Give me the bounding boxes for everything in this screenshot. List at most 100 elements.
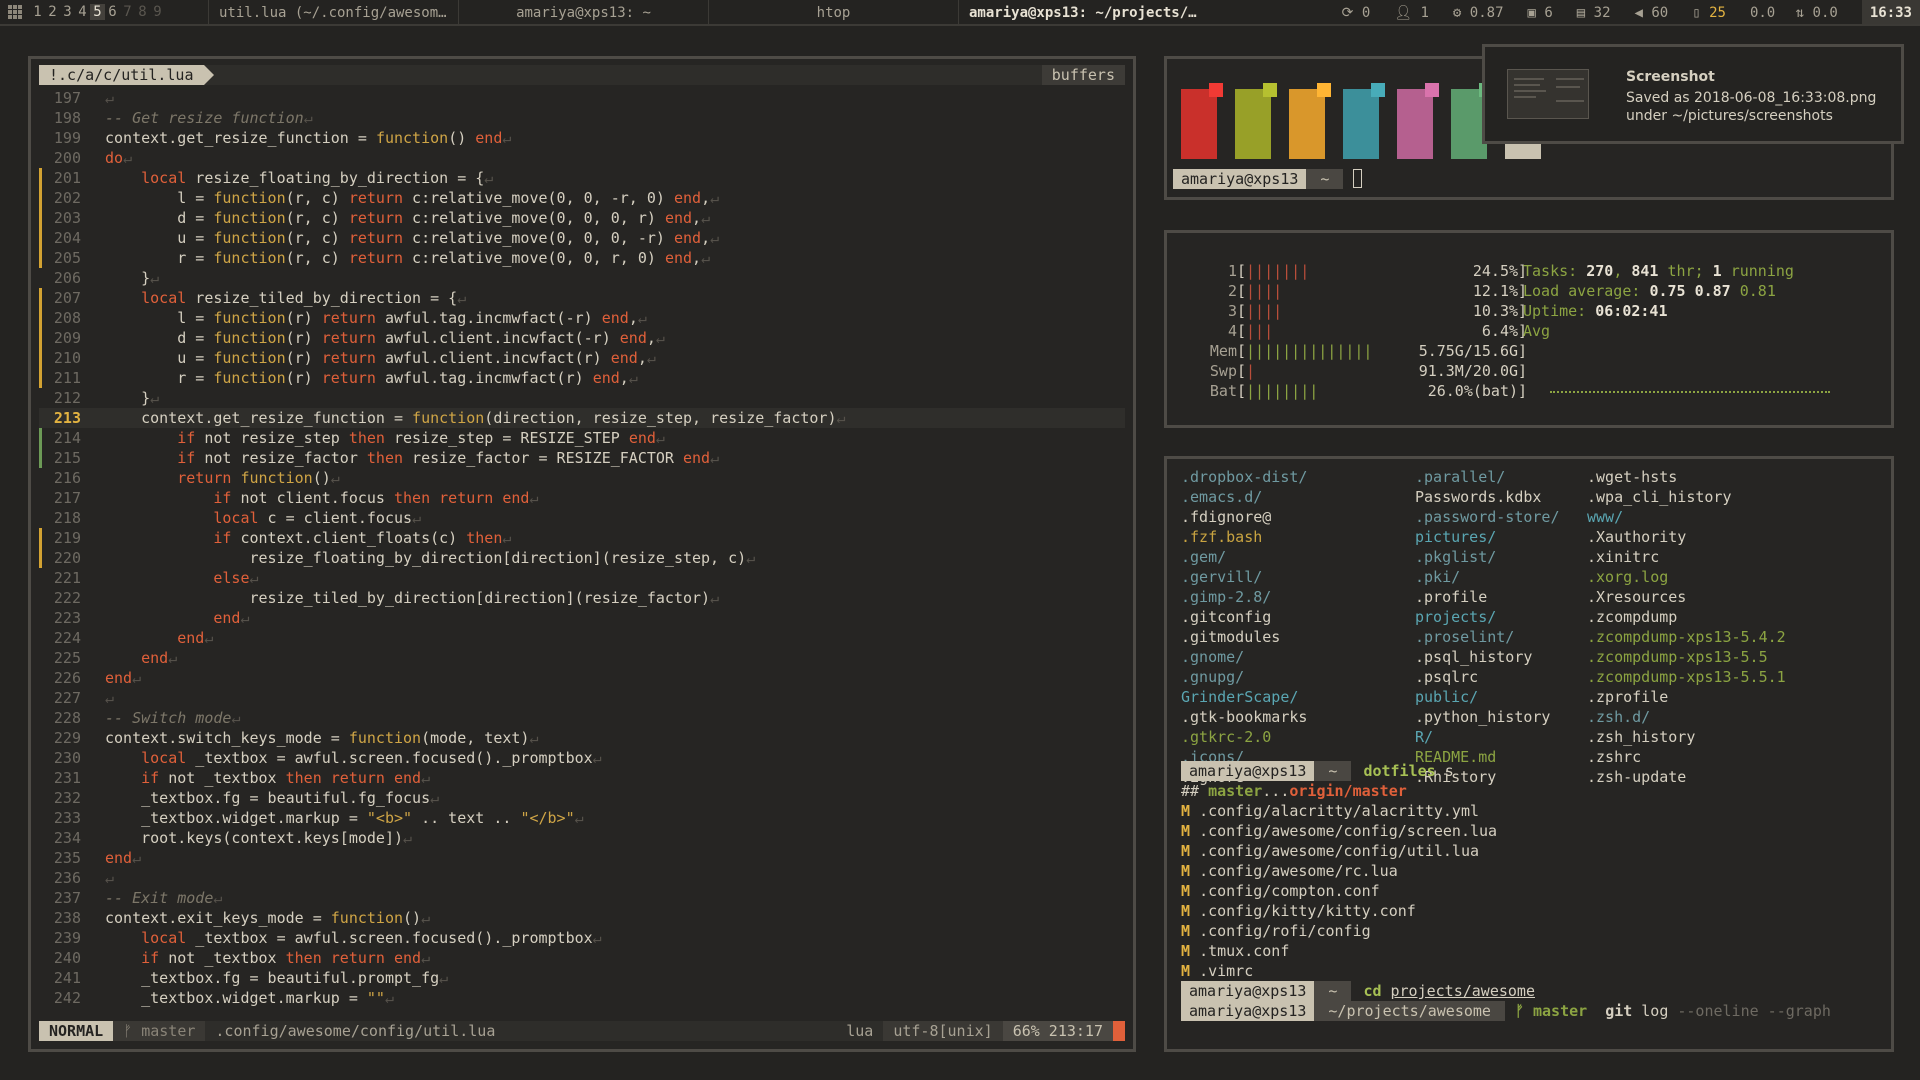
volume-widget[interactable]: ◀ 60 xyxy=(1635,5,1681,21)
line-number: 205 xyxy=(53,249,81,267)
shell-terminal[interactable]: .dropbox-dist/ .emacs.d/ .fdignore@ .fzf.ba… xyxy=(1164,456,1894,1052)
vim-editor-window[interactable]: !.c/a/c/util.lua buffers 197 ↵ 198 -- Get r… xyxy=(28,56,1136,1052)
line-text: return function()↵ xyxy=(177,469,340,487)
code-line: 235 end↵ xyxy=(39,848,1125,868)
command-arg: s xyxy=(1435,762,1454,780)
line-number: 215 xyxy=(53,449,81,467)
running-count: 1 xyxy=(1712,262,1722,280)
meter-label: 3 xyxy=(1227,302,1237,320)
meter-bars: | xyxy=(1246,362,1256,380)
line-text: local resize_tiled_by_direction = {↵ xyxy=(141,289,467,307)
line-text: local _textbox = awful.screen.focused().… xyxy=(141,929,602,947)
line-number: 209 xyxy=(53,329,81,347)
git-gutter-mark xyxy=(39,328,47,348)
line-number: 229 xyxy=(53,729,81,747)
line-text: l = function(r, c) return c:relative_mov… xyxy=(105,189,720,207)
tag-9[interactable]: 9 xyxy=(150,4,165,20)
line-text: }↵ xyxy=(105,269,160,287)
git-gutter-mark xyxy=(39,848,47,868)
meter-bars: |||| xyxy=(1246,302,1283,320)
meter-value: 12.1% xyxy=(1472,282,1519,300)
git-gutter-mark xyxy=(39,108,47,128)
line-number: 238 xyxy=(53,909,81,927)
tag-8[interactable]: 8 xyxy=(135,4,150,20)
layout-icon[interactable] xyxy=(8,5,22,19)
ls-entry: .parallel/ xyxy=(1415,468,1506,486)
command-arg: projects/awesome xyxy=(1390,982,1536,1000)
line-number: 199 xyxy=(53,129,81,147)
ls-column: .wget-hsts .wpa_cli_history www/ .Xauthorit… xyxy=(1587,467,1786,787)
task-item[interactable]: amariya@xps13: ~ xyxy=(458,0,708,24)
task-item[interactable]: util.lua (~/.config/awesome/co… xyxy=(208,0,458,24)
thread-label: thr; xyxy=(1667,262,1704,280)
branch-icon: ᚠ xyxy=(123,1022,142,1040)
line-number: 210 xyxy=(53,349,81,367)
line-number: 230 xyxy=(53,749,81,767)
clock[interactable]: 16:33 xyxy=(1861,0,1920,24)
tag-4[interactable]: 4 xyxy=(75,4,90,20)
tag-3[interactable]: 3 xyxy=(60,4,75,20)
tag-2[interactable]: 2 xyxy=(45,4,60,20)
status-area: ⟳ 0 👤︎ 1 ⚙ 0.87 ▣ 6 ▤ 32 ◀ 60 ▯ 25 0.0 ⇅… xyxy=(1342,0,1920,24)
ls-entry: .zsh.d/ xyxy=(1587,708,1651,726)
git-gutter-mark xyxy=(39,928,47,948)
screenshot-notification[interactable]: Screenshot Saved as 2018-06-08_16:33:08.… xyxy=(1482,44,1904,144)
updates-widget[interactable]: ⟳ 0 xyxy=(1342,5,1383,21)
code-line: 237 -- Exit mode↵ xyxy=(39,888,1125,908)
tab-filename[interactable]: !.c/a/c/util.lua xyxy=(39,65,213,85)
tag-6[interactable]: 6 xyxy=(105,4,120,20)
htop-info: Tasks: 270, 841 thr; 1 running Load aver… xyxy=(1523,262,1794,340)
git-gutter-mark xyxy=(39,988,47,1008)
vim-statusline: NORMAL ᚠ master .config/awesome/config/u… xyxy=(39,1021,1125,1041)
line-text: context.switch_keys_mode = function(mode… xyxy=(105,729,539,747)
git-modified-file: M .config/kitty/kitty.conf xyxy=(1181,901,1831,921)
ls-column: .dropbox-dist/ .emacs.d/ .fdignore@ .fzf.ba… xyxy=(1181,467,1307,787)
file-name: .vimrc xyxy=(1199,962,1254,980)
code-line: 204 u = function(r, c) return c:relative… xyxy=(39,228,1125,248)
line-text: context.get_resize_function = function()… xyxy=(105,129,512,147)
code-line: 205 r = function(r, c) return c:relative… xyxy=(39,248,1125,268)
git-gutter-mark xyxy=(39,228,47,248)
task-item[interactable]: htop xyxy=(708,0,958,24)
line-number: 197 xyxy=(53,89,81,107)
git-modified-file: M .config/alacritty/alacritty.yml xyxy=(1181,801,1831,821)
git-gutter-mark xyxy=(39,528,47,548)
line-text: end↵ xyxy=(213,609,250,627)
htop-window[interactable]: 1[||||||| 24.5%] 2[|||| 12.1%] 3[|||| 10.3%] 4… xyxy=(1164,230,1894,428)
ls-entry: .zcompdump-xps13-5.5.1 xyxy=(1587,668,1786,686)
code-line: 236 ↵ xyxy=(39,868,1125,888)
line-text: end↵ xyxy=(141,649,178,667)
ls-entry: .emacs.d/ xyxy=(1181,488,1263,506)
task-item[interactable]: amariya@xps13: ~/projects/awes… xyxy=(958,0,1208,24)
meter-row: Swp[| 91.3M/20.0G] xyxy=(1191,361,1527,381)
file-path: .config/awesome/config/util.lua xyxy=(215,1022,496,1040)
line-number: 201 xyxy=(53,169,81,187)
line-text: local resize_floating_by_direction = {↵ xyxy=(141,169,494,187)
load5: 0.87 xyxy=(1694,282,1731,300)
meter-label: Mem xyxy=(1209,342,1237,360)
code-line: 206 }↵ xyxy=(39,268,1125,288)
ls-entry: R/ xyxy=(1415,728,1434,746)
tag-7[interactable]: 7 xyxy=(120,4,135,20)
line-text: -- Exit mode↵ xyxy=(105,889,223,907)
git-gutter-mark xyxy=(39,948,47,968)
ls-entry: .gnome/ xyxy=(1181,648,1245,666)
meter-bracket: [ xyxy=(1237,282,1247,300)
line-text: resize_tiled_by_direction[direction](res… xyxy=(105,589,720,607)
ls-entry: .dropbox-dist/ xyxy=(1181,468,1308,486)
code-area[interactable]: 197 ↵ 198 -- Get resize function↵ 199 context… xyxy=(39,88,1125,1048)
updates-count: 0 xyxy=(1361,5,1371,21)
line-number: 223 xyxy=(53,609,81,627)
meter-row: 2[|||| 12.1%] xyxy=(1191,281,1527,301)
line-text: r = function(r, c) return c:relative_mov… xyxy=(105,249,711,267)
line-text: _textbox.widget.markup = "<b>" .. text .… xyxy=(105,809,584,827)
task-list: util.lua (~/.config/awesome/co… amariya@x… xyxy=(208,0,1208,24)
top-bar: 123456789 util.lua (~/.config/awesome/co… xyxy=(0,0,1920,26)
screenshot-thumbnail xyxy=(1507,69,1589,119)
tag-5[interactable]: 5 xyxy=(90,4,105,20)
tag-1[interactable]: 1 xyxy=(30,4,45,20)
meter-bars: |||||||| xyxy=(1246,382,1319,400)
code-line: 197 ↵ xyxy=(39,88,1125,108)
ls-entry: .gnupg/ xyxy=(1181,668,1245,686)
ls-entry: .wpa_cli_history xyxy=(1587,488,1732,506)
